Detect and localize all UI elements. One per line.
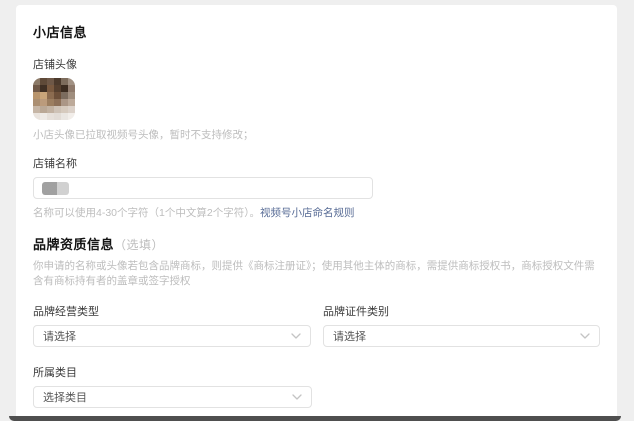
brand-info-title-text: 品牌资质信息 (33, 237, 114, 252)
window-bottom-edge (9, 416, 621, 421)
store-name-note-text: 名称可以使用4-30个字符（1个中文算2个字符）。 (33, 207, 260, 219)
brand-info-title: 品牌资质信息（选填） (33, 234, 600, 253)
store-settings-card: 小店信息 店铺头像 小店头像已拉取视频号头像，暂时不支持修改； 店铺名称 名称可… (16, 5, 617, 417)
chevron-down-icon (292, 394, 302, 400)
store-avatar (33, 78, 75, 120)
brand-cert-label: 品牌证件类别 (323, 303, 600, 319)
naming-rule-link[interactable]: 视频号小店命名规则 (260, 207, 355, 219)
category-select-value: 选择类目 (43, 389, 87, 405)
store-name-label: 店铺名称 (33, 155, 600, 171)
chevron-down-icon (291, 333, 301, 339)
store-name-input[interactable] (33, 177, 373, 199)
brand-type-select[interactable]: 请选择 (33, 325, 311, 347)
store-name-note: 名称可以使用4-30个字符（1个中文算2个字符）。视频号小店命名规则 (33, 205, 600, 220)
brand-type-select-value: 请选择 (43, 328, 76, 344)
chevron-down-icon (580, 333, 590, 339)
category-label: 所属类目 (33, 364, 600, 380)
brand-cert-select[interactable]: 请选择 (323, 325, 600, 347)
store-name-redacted-value (42, 182, 69, 195)
category-select[interactable]: 选择类目 (33, 386, 312, 408)
store-avatar-note: 小店头像已拉取视频号头像，暂时不支持修改； (33, 127, 600, 142)
brand-info-description: 你申请的名称或头像若包含品牌商标，则提供《商标注册证》；使用其他主体的商标，需提… (33, 258, 600, 288)
store-info-title: 小店信息 (33, 22, 600, 41)
brand-cert-select-value: 请选择 (333, 328, 366, 344)
store-avatar-label: 店铺头像 (33, 56, 600, 72)
brand-info-optional-tag: （选填） (114, 238, 164, 252)
brand-type-label: 品牌经营类型 (33, 303, 311, 319)
